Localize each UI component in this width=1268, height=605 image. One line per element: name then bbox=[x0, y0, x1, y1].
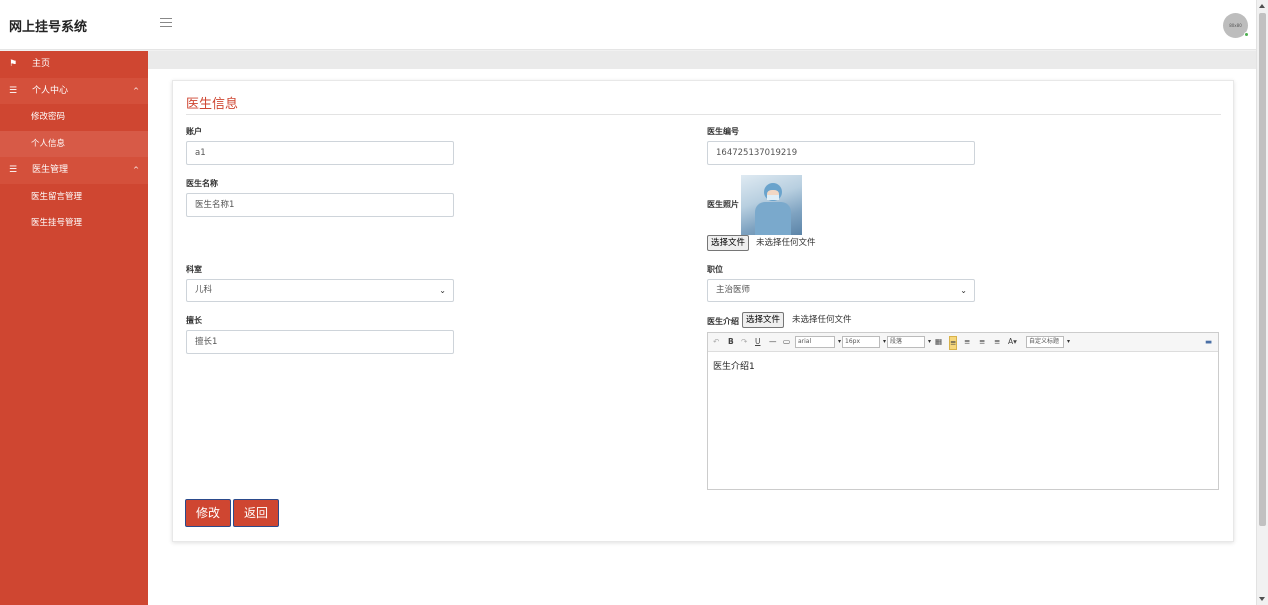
scroll-thumb[interactable] bbox=[1259, 13, 1266, 526]
chevron-down-icon: ▾ bbox=[837, 338, 841, 345]
scroll-up-icon[interactable] bbox=[1259, 4, 1265, 8]
paragraph-value: 段落 bbox=[890, 338, 903, 345]
sidebar-item-personal-info[interactable]: 个人信息 bbox=[0, 130, 148, 157]
department-selected: 儿科 bbox=[195, 285, 213, 295]
card-title: 医生信息 bbox=[186, 97, 239, 112]
sidebar-item-doctor-registrations[interactable]: 医生挂号管理 bbox=[0, 210, 148, 237]
table-icon[interactable]: ▦ bbox=[935, 336, 942, 348]
chevron-down-icon: ▾ bbox=[882, 338, 886, 345]
underline-icon[interactable]: U bbox=[755, 336, 761, 348]
caret-up-icon: ^ bbox=[133, 166, 139, 174]
doctor-photo bbox=[741, 175, 802, 235]
sidebar-item-label: 主页 bbox=[32, 59, 51, 69]
chevron-down-icon: ▾ bbox=[1066, 338, 1070, 345]
align-justify-icon[interactable]: ≡ bbox=[994, 336, 1000, 348]
divider bbox=[186, 114, 1221, 115]
account-label: 账户 bbox=[186, 127, 202, 136]
chevron-down-icon: ▾ bbox=[927, 338, 931, 345]
font-family-select[interactable]: arial ▾ bbox=[795, 336, 841, 348]
tab-strip bbox=[148, 51, 1256, 69]
sidebar-group-doctor[interactable]: ☰ 医生管理 ^ bbox=[0, 157, 148, 184]
top-header: 网上挂号系统 80x80 bbox=[0, 0, 1256, 50]
photo-file-status: 未选择任何文件 bbox=[756, 238, 816, 248]
font-size-select[interactable]: 16px ▾ bbox=[842, 336, 886, 348]
undo-icon[interactable]: ↶ bbox=[713, 336, 719, 348]
font-family-value: arial bbox=[798, 338, 812, 345]
horizontal-rule-icon[interactable]: — bbox=[769, 336, 777, 348]
sidebar: ⚑ 主页 ☰ 个人中心 ^ 修改密码 个人信息 ☰ 医生管理 ^ 医生留言管理 … bbox=[0, 51, 148, 605]
doctor-info-card: 医生信息 账户 a1 医生名称 医生名称1 科室 儿科 ⌄ 擅长 擅长1 医生编… bbox=[172, 80, 1234, 542]
photo-label: 医生照片 bbox=[707, 200, 739, 209]
font-size-value: 16px bbox=[845, 338, 860, 345]
department-select[interactable]: 儿科 ⌄ bbox=[186, 279, 454, 302]
clear-format-icon[interactable]: ▭ bbox=[783, 336, 790, 348]
intro-choose-file-button[interactable]: 选择文件 bbox=[742, 312, 785, 328]
intro-file-status: 未选择任何文件 bbox=[792, 315, 852, 325]
paragraph-select[interactable]: 段落 ▾ bbox=[887, 336, 931, 348]
online-status-icon bbox=[1244, 32, 1249, 37]
account-input[interactable]: a1 bbox=[186, 141, 454, 165]
intro-rich-editor[interactable]: ↶ B ↷ U — ▭ arial ▾ 16px ▾ 段落 ▾ ▦ ≡ ≡ ≡ ≡ A… bbox=[707, 332, 1219, 490]
vertical-scrollbar[interactable] bbox=[1256, 0, 1268, 605]
font-color-icon[interactable]: A▾ bbox=[1008, 336, 1017, 348]
position-label: 职位 bbox=[707, 265, 723, 274]
align-left-icon[interactable]: ≡ bbox=[949, 336, 958, 350]
sidebar-item-change-password[interactable]: 修改密码 bbox=[0, 104, 148, 131]
menu-toggle-icon[interactable] bbox=[160, 18, 172, 30]
back-button[interactable]: 返回 bbox=[233, 499, 279, 527]
editor-content[interactable]: 医生介绍1 bbox=[713, 359, 755, 372]
redo-icon[interactable]: ↷ bbox=[741, 336, 747, 348]
photo-choose-file-button[interactable]: 选择文件 bbox=[707, 235, 750, 251]
department-label: 科室 bbox=[186, 265, 202, 274]
chevron-down-icon: ⌄ bbox=[960, 286, 967, 295]
intro-label: 医生介绍 bbox=[707, 317, 739, 326]
fullscreen-icon[interactable]: ▬ bbox=[1205, 336, 1212, 348]
bold-icon[interactable]: B bbox=[728, 336, 734, 348]
caret-up-icon: ^ bbox=[133, 86, 139, 95]
modify-button[interactable]: 修改 bbox=[185, 499, 231, 527]
custom-title-value: 自定义标题 bbox=[1029, 338, 1060, 345]
list-icon: ☰ bbox=[9, 165, 18, 175]
sidebar-item-home[interactable]: ⚑ 主页 bbox=[0, 51, 148, 78]
doctor-no-input[interactable]: 164725137019219 bbox=[707, 141, 975, 165]
sidebar-group-label: 个人中心 bbox=[32, 85, 69, 96]
specialty-input[interactable]: 擅长1 bbox=[186, 330, 454, 354]
flag-icon: ⚑ bbox=[9, 59, 18, 69]
chevron-down-icon: ⌄ bbox=[439, 286, 446, 295]
doctor-no-label: 医生编号 bbox=[707, 127, 739, 136]
list-icon: ☰ bbox=[9, 85, 18, 96]
sidebar-group-label: 医生管理 bbox=[32, 165, 69, 175]
editor-toolbar: ↶ B ↷ U — ▭ arial ▾ 16px ▾ 段落 ▾ ▦ ≡ ≡ ≡ ≡ A… bbox=[708, 333, 1218, 352]
align-center-icon[interactable]: ≡ bbox=[964, 336, 970, 348]
scroll-down-icon[interactable] bbox=[1259, 597, 1265, 601]
doctor-name-input[interactable]: 医生名称1 bbox=[186, 193, 454, 217]
custom-title-select[interactable]: 自定义标题 ▾ bbox=[1026, 336, 1070, 348]
avatar[interactable]: 80x80 bbox=[1223, 13, 1249, 38]
position-select[interactable]: 主治医师 ⌄ bbox=[707, 279, 975, 302]
position-selected: 主治医师 bbox=[716, 285, 751, 295]
app-title: 网上挂号系统 bbox=[9, 20, 88, 35]
specialty-label: 擅长 bbox=[186, 316, 202, 325]
sidebar-item-doctor-messages[interactable]: 医生留言管理 bbox=[0, 184, 148, 211]
doctor-name-label: 医生名称 bbox=[186, 179, 218, 188]
avatar-text: 80x80 bbox=[1229, 23, 1242, 28]
sidebar-group-personal[interactable]: ☰ 个人中心 ^ bbox=[0, 77, 148, 104]
align-right-icon[interactable]: ≡ bbox=[979, 336, 985, 348]
